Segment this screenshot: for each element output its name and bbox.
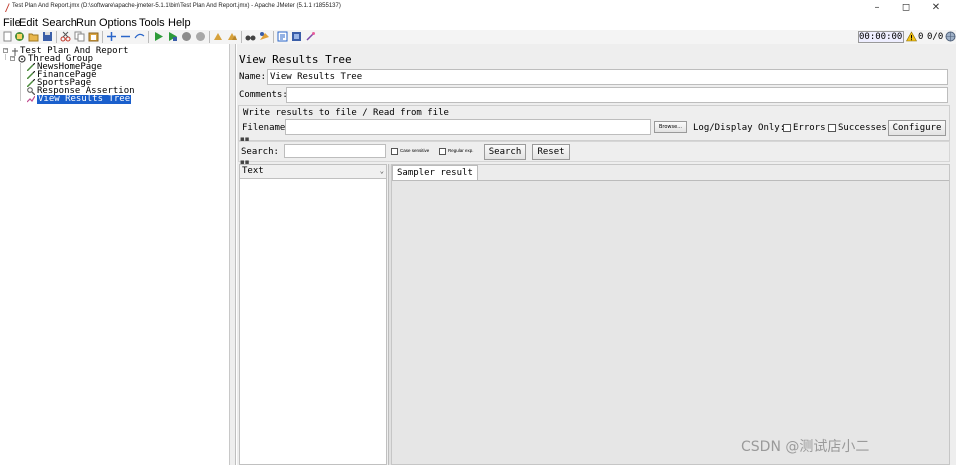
sample-results-list: Text ⌄ xyxy=(239,164,387,465)
jmeter-feather-icon xyxy=(5,3,10,12)
expand-icon[interactable] xyxy=(106,31,117,42)
filename-label: Filename xyxy=(242,123,286,133)
clear-all-icon[interactable] xyxy=(227,31,238,42)
renderer-dropdown[interactable]: Text ⌄ xyxy=(240,165,386,179)
help-book-icon[interactable] xyxy=(291,31,302,42)
name-row: Name: View Results Tree xyxy=(237,68,950,86)
clear-icon[interactable] xyxy=(213,31,224,42)
watermark-text: CSDN @测试店小二 xyxy=(741,439,870,455)
regular-exp-label: Regular exp. xyxy=(448,148,474,153)
chevron-down-icon: ⌄ xyxy=(379,167,384,175)
cut-icon[interactable] xyxy=(60,31,71,42)
start-no-pause-icon[interactable] xyxy=(167,31,178,42)
search-label: Search: xyxy=(241,147,279,157)
wand-icon[interactable] xyxy=(305,31,316,42)
sampler-result-content xyxy=(392,180,949,464)
tree-connector xyxy=(20,63,21,101)
collapse-icon[interactable] xyxy=(120,31,131,42)
function-helper-icon[interactable] xyxy=(277,31,288,42)
reset-search-icon[interactable] xyxy=(259,31,270,42)
tab-sampler-result[interactable]: Sampler result xyxy=(392,165,478,180)
tree-node-view-results-tree[interactable]: View Results Tree xyxy=(37,95,132,104)
tree-splitter[interactable] xyxy=(230,44,236,465)
toggle-icon[interactable] xyxy=(134,31,145,42)
toolbar-separator xyxy=(209,31,210,43)
new-icon[interactable] xyxy=(2,31,13,42)
browse-button[interactable]: Browse... xyxy=(654,121,687,133)
configure-button[interactable]: Configure xyxy=(888,120,946,136)
search-button[interactable]: Search xyxy=(484,144,526,160)
tree-collapse-toggle[interactable]: − xyxy=(10,56,15,61)
regular-exp-checkbox[interactable] xyxy=(439,148,446,155)
write-results-heading: Write results to file / Read from file xyxy=(243,108,449,118)
assertion-magnifier-icon xyxy=(27,87,35,95)
shutdown-icon[interactable] xyxy=(195,31,206,42)
menu-help[interactable]: Help xyxy=(168,16,191,30)
copy-icon[interactable] xyxy=(74,31,85,42)
maximize-button[interactable]: ◻ xyxy=(895,2,917,14)
tree-connector xyxy=(5,54,6,60)
listener-chart-icon xyxy=(27,95,35,103)
thread-group-gear-icon xyxy=(18,55,26,63)
toolbar-separator xyxy=(273,31,274,43)
comments-row: Comments: xyxy=(237,86,950,104)
menu-tools[interactable]: Tools xyxy=(139,16,165,30)
case-sensitive-label: Case sensitive xyxy=(400,148,430,153)
templates-icon[interactable] xyxy=(14,31,25,42)
active-threads: 0/0 xyxy=(927,32,944,42)
http-sampler-pen-icon xyxy=(27,79,35,87)
http-sampler-pen-icon xyxy=(27,63,35,71)
reset-button[interactable]: Reset xyxy=(532,144,570,160)
search-input[interactable] xyxy=(284,144,386,158)
filename-field[interactable] xyxy=(285,119,651,135)
name-label: Name: xyxy=(239,72,267,82)
errors-label: Errors xyxy=(793,123,826,133)
title-bar: Test Plan And Report.jmx (D:\software\ap… xyxy=(0,0,956,16)
renderer-selected: Text xyxy=(242,166,264,176)
menu-search[interactable]: Search xyxy=(42,16,77,30)
view-results-tree-panel: View Results Tree Name: View Results Tre… xyxy=(237,44,956,465)
http-sampler-pen-icon xyxy=(27,71,35,79)
comments-label: Comments: xyxy=(239,90,288,100)
paste-icon[interactable] xyxy=(88,31,99,42)
toolbar-separator xyxy=(241,31,242,43)
warning-icon[interactable] xyxy=(906,31,917,42)
menu-edit[interactable]: Edit xyxy=(19,16,38,30)
test-plan-tree: − Test Plan And Report − Thread Group Ne… xyxy=(0,44,230,465)
toolbar-separator xyxy=(56,31,57,43)
log-display-label: Log/Display Only: xyxy=(693,123,786,133)
warning-count: 0 xyxy=(918,32,924,42)
successes-checkbox[interactable] xyxy=(828,124,836,132)
toolbar: 00:00:00 0 0/0 xyxy=(0,30,956,44)
remote-globe-icon[interactable] xyxy=(945,31,956,42)
panel-title: View Results Tree xyxy=(239,53,352,66)
search-binoculars-icon[interactable] xyxy=(245,31,256,42)
successes-label: Successes xyxy=(838,123,887,133)
menu-bar: File Edit Search Run Options Tools Help xyxy=(0,16,956,30)
name-field[interactable]: View Results Tree xyxy=(267,69,948,85)
menu-run[interactable]: Run xyxy=(76,16,96,30)
minimize-button[interactable]: – xyxy=(866,2,888,14)
tree-collapse-toggle[interactable]: − xyxy=(3,48,8,53)
toolbar-separator xyxy=(102,31,103,43)
case-sensitive-checkbox[interactable] xyxy=(391,148,398,155)
elapsed-timer: 00:00:00 xyxy=(858,31,904,43)
menu-options[interactable]: Options xyxy=(99,16,137,30)
close-button[interactable]: ✕ xyxy=(925,2,947,14)
save-icon[interactable] xyxy=(42,31,53,42)
comments-field[interactable] xyxy=(286,87,948,103)
toolbar-separator xyxy=(148,31,149,43)
window-title: Test Plan And Report.jmx (D:\software\ap… xyxy=(12,3,341,9)
open-icon[interactable] xyxy=(28,31,39,42)
stop-icon[interactable] xyxy=(181,31,192,42)
errors-checkbox[interactable] xyxy=(783,124,791,132)
sample-detail-pane: Sampler result xyxy=(391,164,950,465)
start-icon[interactable] xyxy=(153,31,164,42)
